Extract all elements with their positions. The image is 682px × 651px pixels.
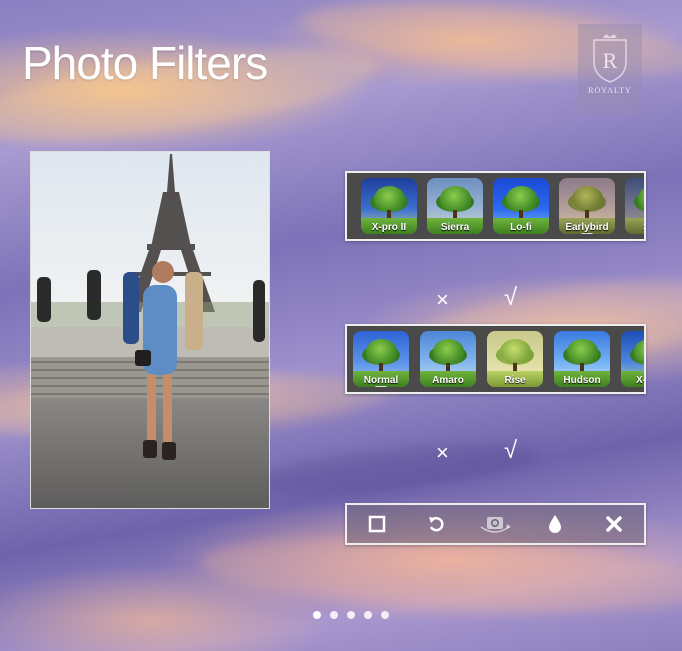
page-title: Photo Filters	[22, 37, 268, 89]
crop-icon	[368, 515, 385, 533]
shield-icon: R	[593, 34, 627, 83]
page-dot[interactable]	[381, 611, 389, 619]
page-indicator	[313, 611, 389, 619]
filter-sierra[interactable]: Sierra	[427, 178, 483, 234]
crop-button[interactable]	[360, 507, 394, 541]
drop-button[interactable]	[538, 507, 572, 541]
filter-strip-bottom[interactable]: Normal Amaro Rise Hudson X-pro	[345, 324, 646, 394]
filter-xpro-ii[interactable]: X-pro II	[361, 178, 417, 234]
page-dot[interactable]	[313, 611, 321, 619]
selected-indicator	[375, 386, 387, 387]
filter-label: X-pro	[635, 375, 646, 386]
filter-label: Earlybird	[565, 222, 609, 233]
filter-amaro[interactable]: Amaro	[420, 331, 476, 387]
cancel-button-1[interactable]: ×	[436, 287, 449, 313]
photo-image	[31, 152, 269, 508]
rotate-button[interactable]	[419, 507, 453, 541]
page-dot[interactable]	[330, 611, 338, 619]
logo-letter: R	[603, 48, 618, 73]
filter-sutro[interactable]: Sutr	[625, 178, 644, 234]
close-icon	[606, 516, 622, 532]
page-dot[interactable]	[364, 611, 372, 619]
confirm-button-2[interactable]: √	[504, 437, 517, 465]
filter-label: Normal	[363, 375, 399, 386]
filter-lo-fi[interactable]: Lo-fi	[493, 178, 549, 234]
filter-label: Rise	[504, 375, 526, 386]
logo-text: ROYALTY	[588, 86, 632, 95]
filter-label: X-pro II	[371, 222, 407, 233]
drop-icon	[548, 515, 561, 533]
filter-xpro[interactable]: X-pro	[621, 331, 646, 387]
cancel-button-2[interactable]: ×	[436, 440, 449, 466]
edit-toolbar	[345, 503, 646, 545]
page-dot[interactable]	[347, 611, 355, 619]
filter-earlybird[interactable]: Earlybird	[559, 178, 615, 234]
filter-strip-top[interactable]: X-pro II Sierra Lo-fi Earlybird Sutr	[345, 171, 646, 241]
filter-label: Hudson	[563, 375, 601, 386]
filter-label: Sierra	[440, 222, 470, 233]
close-button[interactable]	[597, 507, 631, 541]
filter-label: Amaro	[432, 375, 464, 386]
camera-switch-icon	[481, 517, 512, 533]
filter-hudson[interactable]: Hudson	[554, 331, 610, 387]
royalty-logo: R ROYALTY	[578, 24, 642, 114]
photo-preview[interactable]	[30, 151, 270, 509]
filter-rise[interactable]: Rise	[487, 331, 543, 387]
rotate-icon	[429, 516, 444, 532]
filter-label: Lo-fi	[510, 222, 532, 233]
filter-label: Sutr	[625, 222, 644, 233]
confirm-button-1[interactable]: √	[504, 284, 517, 312]
filter-normal[interactable]: Normal	[353, 331, 409, 387]
camera-switch-button[interactable]	[478, 507, 512, 541]
selected-indicator	[581, 233, 593, 234]
